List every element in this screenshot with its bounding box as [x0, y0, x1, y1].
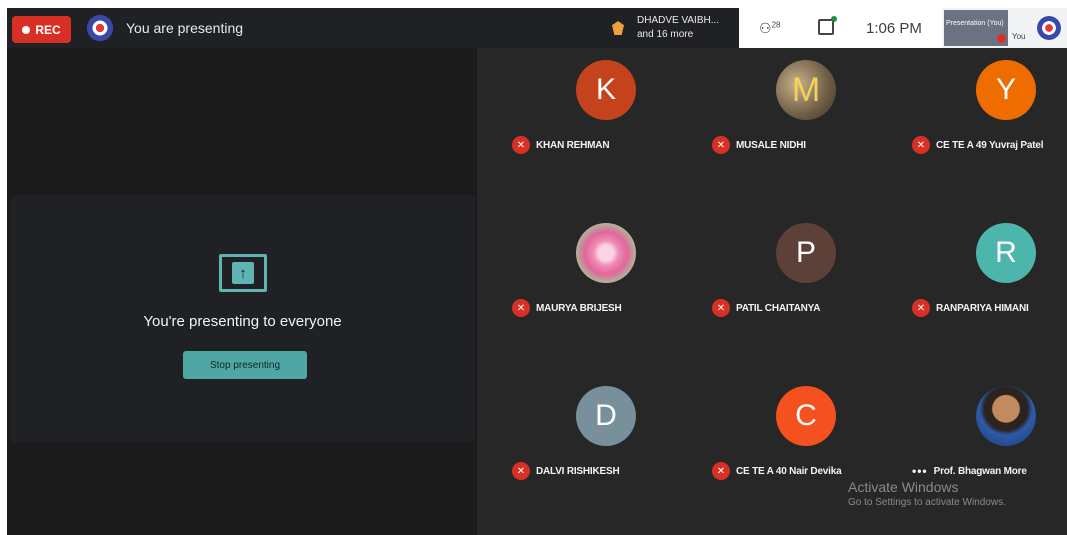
participant-name-row: ✕ MAURYA BRIJESH	[512, 299, 622, 317]
participant-name-row: ✕ RANPARIYA HIMANI	[912, 299, 1029, 317]
participant-name-row: ✕ MUSALE NIDHI	[712, 136, 806, 154]
recording-badge[interactable]: REC	[12, 16, 71, 43]
avatar: P	[776, 223, 836, 283]
mic-off-icon: ✕	[912, 299, 930, 317]
participant-tile[interactable]: R ✕ RANPARIYA HIMANI	[907, 211, 1067, 371]
presenting-card: ↑ You're presenting to everyone Stop pre…	[10, 195, 475, 442]
active-speaker-indicator[interactable]: DHADVE VAIBH... and 16 more	[603, 11, 739, 45]
participant-name: PATIL CHAITANYA	[736, 302, 821, 314]
present-screen-icon: ↑	[219, 254, 267, 292]
participant-name-row: ✕ CE TE A 49 Yuvraj Patel	[912, 136, 1044, 154]
avatar: K	[576, 60, 636, 120]
participant-name-row: ••• Prof. Bhagwan More	[912, 462, 1027, 480]
speaker-badge-icon	[612, 21, 624, 35]
avatar: Y	[976, 60, 1036, 120]
participant-tile[interactable]: Y ✕ CE TE A 49 Yuvraj Patel	[907, 48, 1067, 208]
avatar: R	[976, 223, 1036, 283]
self-avatar[interactable]	[1037, 16, 1061, 40]
presenting-message: You're presenting to everyone	[143, 313, 342, 330]
chat-icon[interactable]	[818, 16, 837, 35]
top-bar: REC You are presenting DHADVE VAIBH... a…	[7, 8, 1067, 48]
presenting-status-title: You are presenting	[126, 20, 244, 36]
presentation-thumbnail[interactable]: Presentation (You)	[944, 10, 1008, 46]
mic-off-icon: ✕	[912, 136, 930, 154]
watermark-title: Activate Windows	[848, 479, 959, 495]
participant-tile[interactable]: ✕ MAURYA BRIJESH	[507, 211, 703, 371]
participant-name: CE TE A 40 Nair Devika	[736, 465, 842, 477]
mic-off-icon: ✕	[712, 136, 730, 154]
participant-tile[interactable]: ••• Prof. Bhagwan More	[907, 374, 1067, 534]
participant-name-row: ✕ PATIL CHAITANYA	[712, 299, 820, 317]
people-button[interactable]: ⚇28	[759, 20, 787, 36]
rec-label: REC	[35, 22, 61, 37]
mic-off-icon	[997, 34, 1006, 43]
college-logo-icon	[87, 15, 113, 41]
participant-tile[interactable]: C ✕ CE TE A 40 Nair Devika	[707, 374, 903, 534]
people-icon: ⚇	[759, 20, 772, 36]
participant-grid: K ✕ KHAN REHMAN M ✕ MUSALE NIDHI Y ✕ CE …	[477, 48, 1067, 535]
self-view-strip: Presentation (You) You	[942, 8, 1067, 48]
participant-name: DALVI RISHIKESH	[536, 465, 620, 477]
participant-name-row: ✕ KHAN REHMAN	[512, 136, 610, 154]
participant-tile[interactable]: M ✕ MUSALE NIDHI	[707, 48, 903, 208]
participant-name: RANPARIYA HIMANI	[936, 302, 1029, 314]
meeting-clock: 1:06 PM	[866, 20, 922, 37]
mic-off-icon: ✕	[512, 299, 530, 317]
avatar: M	[776, 60, 836, 120]
presentation-panel: ↑ You're presenting to everyone Stop pre…	[7, 48, 477, 535]
windows-activation-watermark: Activate Windows Go to Settings to activ…	[848, 479, 1006, 508]
participant-name-row: ✕ DALVI RISHIKESH	[512, 462, 620, 480]
active-speaker-more: and 16 more	[637, 29, 694, 40]
participant-tile[interactable]: K ✕ KHAN REHMAN	[507, 48, 703, 208]
active-speaker-name: DHADVE VAIBH...	[637, 15, 720, 26]
self-label: You	[1012, 32, 1026, 41]
stop-presenting-button[interactable]: Stop presenting	[183, 351, 307, 379]
participant-name: KHAN REHMAN	[536, 139, 610, 151]
participant-name: MUSALE NIDHI	[736, 139, 806, 151]
meet-window: REC You are presenting DHADVE VAIBH... a…	[7, 8, 1067, 535]
participant-tile[interactable]: D ✕ DALVI RISHIKESH	[507, 374, 703, 534]
avatar	[576, 223, 636, 283]
people-count: 28	[771, 20, 781, 30]
presentation-label: Presentation (You)	[946, 20, 1004, 27]
participant-name-row: ✕ CE TE A 40 Nair Devika	[712, 462, 842, 480]
participant-name: Prof. Bhagwan More	[933, 465, 1027, 477]
avatar: C	[776, 386, 836, 446]
participant-name: CE TE A 49 Yuvraj Patel	[936, 139, 1044, 151]
mic-off-icon: ✕	[512, 462, 530, 480]
participant-name: MAURYA BRIJESH	[536, 302, 622, 314]
mic-off-icon: ✕	[712, 299, 730, 317]
meeting-controls-bar: ⚇28 1:06 PM	[739, 8, 949, 48]
mic-off-icon: ✕	[512, 136, 530, 154]
avatar: D	[576, 386, 636, 446]
upload-arrow-icon: ↑	[232, 262, 254, 284]
mic-off-icon: ✕	[712, 462, 730, 480]
participant-tile[interactable]: P ✕ PATIL CHAITANYA	[707, 211, 903, 371]
record-dot-icon	[22, 25, 31, 34]
audio-level-icon: •••	[912, 464, 928, 478]
watermark-subtitle: Go to Settings to activate Windows.	[848, 497, 1006, 508]
avatar	[976, 386, 1036, 446]
